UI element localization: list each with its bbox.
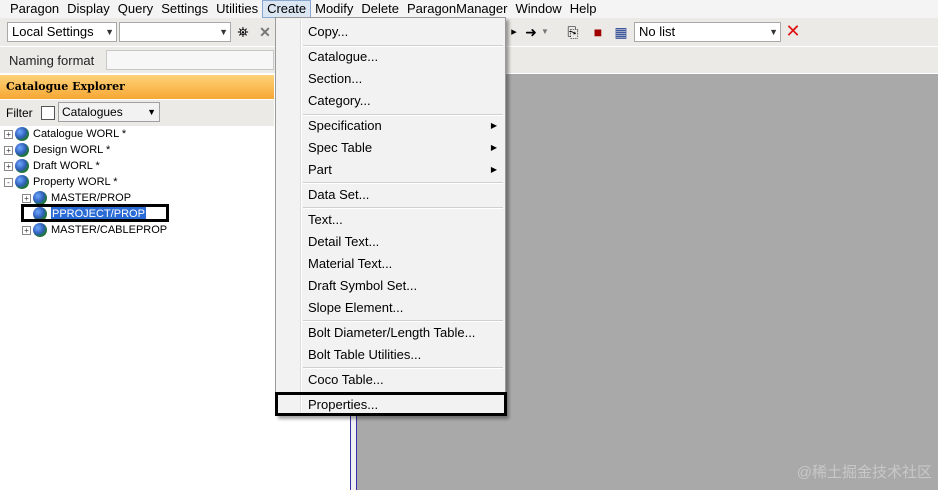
filter-checkbox[interactable]: [41, 106, 55, 120]
tree-node-draft-worl[interactable]: + Draft WORL *: [4, 158, 100, 174]
settings-combo-value: Local Settings: [12, 24, 94, 39]
menu-item-slope-element[interactable]: Slope Element...: [308, 298, 403, 318]
submenu-arrow-icon: ▶: [490, 165, 497, 174]
globe-icon: [15, 143, 29, 157]
list-combo-value: No list: [639, 24, 676, 39]
properties-highlight-box: [275, 392, 507, 416]
tree-node-label: MASTER/CABLEPROP: [51, 224, 168, 236]
menu-settings[interactable]: Settings: [157, 0, 212, 18]
menu-query[interactable]: Query: [114, 0, 157, 18]
binoculars-icon[interactable]: ⛯: [234, 22, 252, 42]
chevron-down-icon: ▼: [219, 27, 228, 37]
menu-separator: [303, 207, 503, 209]
tree-node-label: Design WORL *: [33, 144, 111, 156]
menu-delete[interactable]: Delete: [357, 0, 403, 18]
collapse-icon[interactable]: -: [4, 177, 13, 187]
forward-dropdown-icon[interactable]: ▼: [540, 22, 550, 42]
menu-separator: [303, 367, 503, 369]
menu-item-data-set[interactable]: Data Set...: [308, 185, 369, 205]
menu-gutter: [300, 20, 302, 414]
list-combo[interactable]: No list ▼: [634, 22, 781, 42]
filter-row: Filter Catalogues ▼: [0, 100, 274, 126]
tree-node-label: Property WORL *: [33, 176, 118, 188]
expand-icon[interactable]: +: [4, 161, 13, 171]
submenu-arrow-icon: ▶: [490, 121, 497, 130]
selection-highlight-box: [21, 204, 169, 222]
menu-item-text[interactable]: Text...: [308, 210, 343, 230]
chevron-down-icon: ▼: [147, 107, 156, 117]
chevron-down-icon: ▼: [769, 27, 778, 37]
menu-item-category[interactable]: Category...: [308, 91, 371, 111]
watermark-text: @稀土掘金技术社区: [796, 464, 932, 481]
tree-node-label: Draft WORL *: [33, 160, 100, 172]
filter-label: Filter: [6, 106, 33, 120]
copy-icon[interactable]: ⎘: [564, 22, 582, 42]
menu-paragon[interactable]: Paragon: [0, 0, 63, 18]
delete-list-icon[interactable]: ✕: [784, 21, 802, 41]
menu-item-spec-table[interactable]: Spec Table: [308, 138, 372, 158]
forward-arrow-icon[interactable]: ➜: [524, 22, 538, 42]
menu-display[interactable]: Display: [63, 0, 114, 18]
tree-node-master-cableprop[interactable]: + MASTER/CABLEPROP: [22, 222, 167, 238]
list-icon[interactable]: ▦: [612, 22, 630, 42]
tree-node-catalogue-worl[interactable]: + Catalogue WORL *: [4, 126, 126, 142]
filter-combo-value: Catalogues: [62, 105, 123, 119]
settings-combo[interactable]: Local Settings ▼: [7, 22, 117, 42]
menu-modify[interactable]: Modify: [311, 0, 357, 18]
globe-icon: [15, 175, 29, 189]
back-arrow-icon[interactable]: ▸: [508, 22, 520, 42]
menu-item-bolt-diameter-length-table[interactable]: Bolt Diameter/Length Table...: [308, 323, 475, 343]
globe-icon: [15, 159, 29, 173]
tree-node-design-worl[interactable]: + Design WORL *: [4, 142, 110, 158]
globe-icon: [33, 223, 47, 237]
close-icon[interactable]: ✕: [256, 22, 274, 42]
menu-item-material-text[interactable]: Material Text...: [308, 254, 392, 274]
menu-item-draft-symbol-set[interactable]: Draft Symbol Set...: [308, 276, 417, 296]
menu-separator: [303, 320, 503, 322]
naming-format-label: Naming format: [9, 53, 95, 68]
expand-icon[interactable]: +: [22, 193, 31, 203]
expand-icon[interactable]: +: [4, 129, 13, 139]
naming-format-input[interactable]: [106, 50, 274, 70]
expand-icon[interactable]: +: [4, 145, 13, 155]
filter-combo[interactable]: Catalogues ▼: [58, 102, 160, 122]
menu-bar: Paragon Display Query Settings Utilities…: [0, 0, 938, 18]
menu-utilities[interactable]: Utilities: [212, 0, 262, 18]
chevron-down-icon: ▼: [105, 27, 114, 37]
expand-icon[interactable]: +: [22, 225, 31, 235]
menu-separator: [303, 182, 503, 184]
menu-item-copy[interactable]: Copy...: [308, 22, 348, 42]
menu-item-catalogue[interactable]: Catalogue...: [308, 47, 378, 67]
globe-icon: [15, 127, 29, 141]
menu-help[interactable]: Help: [566, 0, 601, 18]
menu-window[interactable]: Window: [511, 0, 565, 18]
menu-item-bolt-table-utilities[interactable]: Bolt Table Utilities...: [308, 345, 421, 365]
submenu-arrow-icon: ▶: [490, 143, 497, 152]
menu-item-coco-table[interactable]: Coco Table...: [308, 370, 384, 390]
menu-item-specification[interactable]: Specification: [308, 116, 382, 136]
menu-create[interactable]: Create: [262, 0, 312, 18]
catalogue-explorer-title: Catalogue Explorer: [0, 75, 274, 99]
menu-item-part[interactable]: Part: [308, 160, 332, 180]
menu-item-section[interactable]: Section...: [308, 69, 362, 89]
create-menu-dropdown: Copy... Catalogue... Section... Category…: [275, 17, 506, 416]
menu-paragonmanager[interactable]: ParagonManager: [403, 0, 511, 18]
save-icon[interactable]: ■: [589, 22, 607, 42]
tree-node-property-worl[interactable]: - Property WORL *: [4, 174, 118, 190]
element-combo[interactable]: ▼: [119, 22, 231, 42]
tree-node-label: Catalogue WORL *: [33, 128, 127, 140]
menu-item-detail-text[interactable]: Detail Text...: [308, 232, 379, 252]
globe-icon: [33, 191, 47, 205]
